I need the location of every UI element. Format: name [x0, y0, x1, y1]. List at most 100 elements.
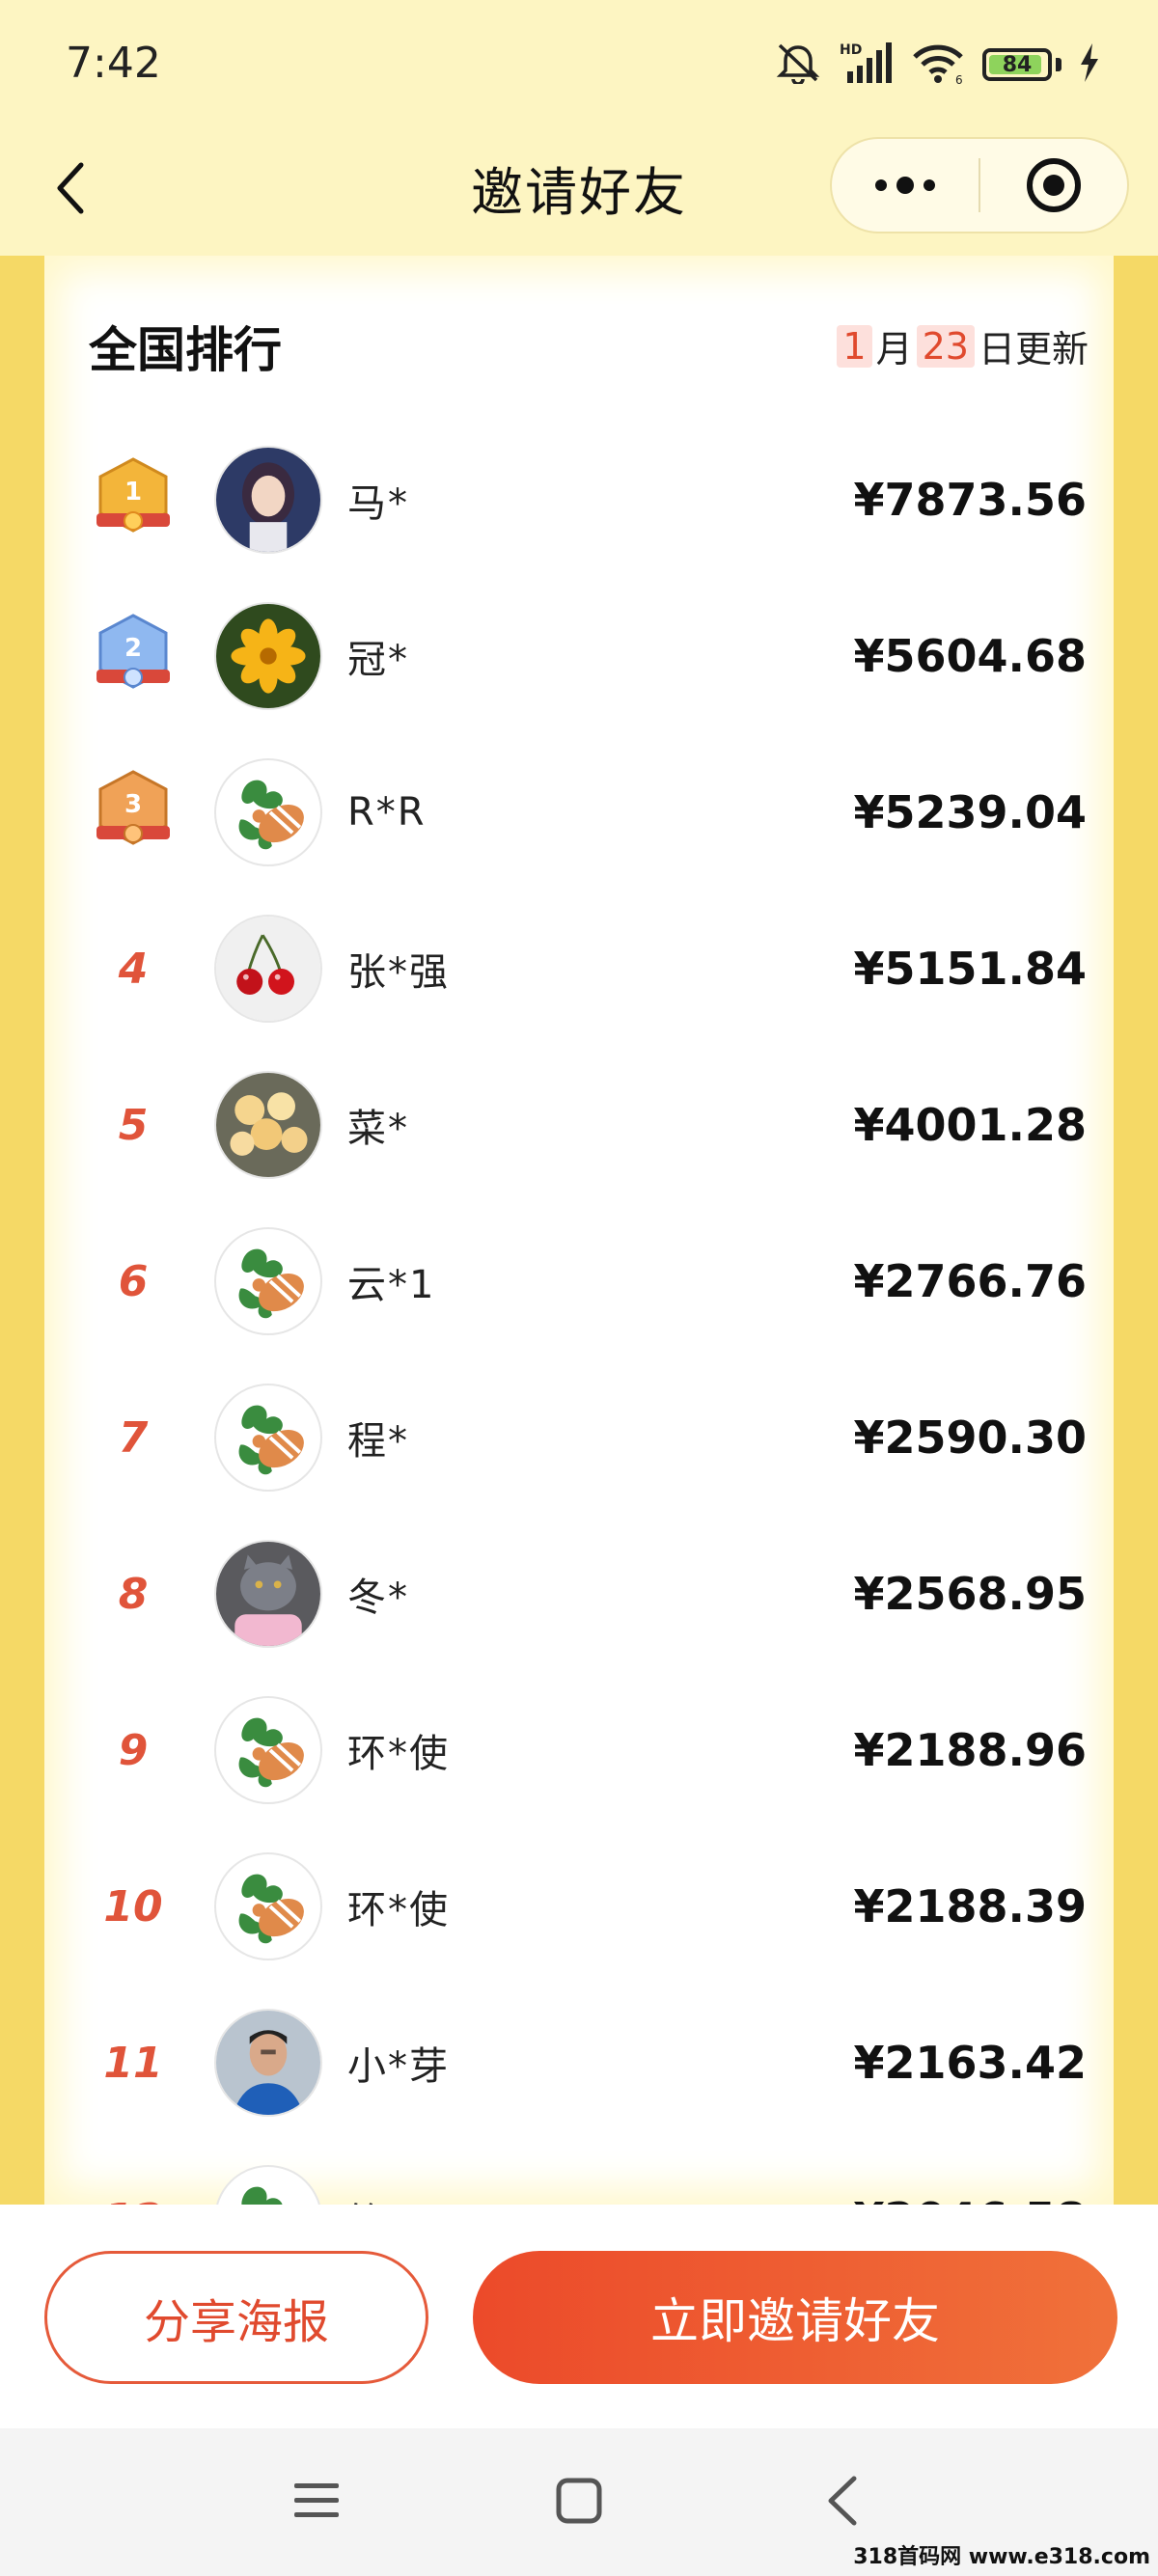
earnings-amount: ¥5151.84	[853, 943, 1087, 995]
bee-logo-icon	[238, 780, 304, 850]
ranking-row[interactable]: 8 冬* ¥2568.95	[44, 1516, 1114, 1672]
medal-rank-label: 3	[124, 790, 142, 819]
update-day-suffix: 日更新	[978, 328, 1089, 370]
bee-logo-icon	[238, 1717, 304, 1788]
avatar	[214, 446, 322, 554]
user-name: 笑*	[347, 2191, 409, 2205]
earnings-amount: ¥2188.96	[853, 1724, 1087, 1776]
rank-number: 7	[118, 1412, 149, 1463]
rank-number: 10	[103, 1881, 163, 1932]
ranking-row[interactable]: 9 环*使 ¥2188.96	[44, 1672, 1114, 1828]
avatar	[214, 1696, 322, 1804]
ranking-row[interactable]: 1 马* ¥7873.56	[44, 422, 1114, 578]
ranking-title: 全国排行	[89, 322, 282, 378]
charging-icon	[1079, 43, 1100, 86]
earnings-amount: ¥2568.95	[853, 1568, 1087, 1620]
menu-icon	[294, 2483, 339, 2517]
man-portrait-avatar-icon	[216, 2011, 320, 2115]
user-name: 张*强	[347, 950, 450, 995]
rank-number: 4	[118, 944, 149, 994]
close-miniprogram-button[interactable]	[980, 139, 1127, 232]
battery-icon: 84	[982, 48, 1052, 81]
bronze-medal-icon: 3	[96, 770, 170, 845]
rank-number: 12	[103, 2195, 162, 2206]
avatar	[214, 1227, 322, 1335]
svg-text:6: 6	[955, 73, 963, 84]
medal-rank-label: 2	[124, 634, 142, 663]
roses-avatar-icon	[216, 1073, 320, 1177]
avatar	[214, 2009, 322, 2117]
wifi-icon: 6	[911, 41, 965, 88]
invite-friends-button[interactable]: 立即邀请好友	[473, 2251, 1117, 2384]
earnings-amount: ¥4001.28	[853, 1099, 1087, 1151]
medal-rank-label: 1	[124, 478, 142, 507]
bee-logo-icon	[238, 1874, 304, 1944]
rank-number: 8	[118, 1569, 149, 1619]
svg-text:HD: HD	[840, 42, 862, 58]
ranking-row[interactable]: 6 云*1 ¥2766.76	[44, 1203, 1114, 1359]
back-icon	[828, 2476, 857, 2526]
user-name: 环*使	[347, 1732, 450, 1776]
rank-badge: 3	[87, 764, 179, 861]
earnings-amount: ¥2188.39	[853, 1880, 1087, 1932]
battery-cap	[1056, 58, 1062, 71]
earnings-amount: ¥7873.56	[853, 474, 1087, 526]
more-dots-icon	[875, 177, 935, 194]
earnings-amount: ¥5239.04	[853, 786, 1087, 838]
rank-badge: 4	[87, 920, 179, 1017]
user-name: 云*1	[347, 1263, 436, 1307]
share-poster-button[interactable]: 分享海报	[44, 2251, 428, 2384]
menu-button[interactable]	[283, 2467, 350, 2535]
rank-badge: 12	[87, 2171, 179, 2206]
rank-badge: 10	[87, 1858, 179, 1955]
action-bar: 分享海报 立即邀请好友	[0, 2205, 1158, 2428]
rank-number: 11	[103, 2038, 163, 2088]
update-date: 1 月 23 日更新	[833, 319, 1089, 372]
rank-badge: 2	[87, 608, 179, 704]
ranking-row[interactable]: 3 R*R ¥5239.04	[44, 734, 1114, 891]
update-month: 1	[837, 324, 872, 368]
status-time: 7:42	[66, 39, 161, 88]
home-button[interactable]	[545, 2467, 613, 2535]
earnings-amount: ¥2590.30	[853, 1411, 1087, 1464]
watermark: 318首码网 www.e318.com	[853, 2545, 1150, 2569]
battery-level: 84	[1002, 52, 1033, 77]
top-bar: 7:42 HD 6 84 邀请好友	[0, 0, 1158, 256]
ranking-row[interactable]: 7 程* ¥2590.30	[44, 1359, 1114, 1516]
gold-medal-icon: 1	[96, 457, 170, 533]
avatar	[214, 2165, 322, 2205]
more-button[interactable]	[832, 139, 979, 232]
silver-medal-icon: 2	[96, 614, 170, 689]
bee-logo-icon	[238, 1248, 304, 1319]
system-back-button[interactable]	[809, 2467, 876, 2535]
rank-badge: 1	[87, 452, 179, 548]
bee-logo-icon	[238, 1405, 304, 1475]
ranking-row[interactable]: 11 小*芽 ¥2163.42	[44, 1985, 1114, 2141]
ranking-row[interactable]: 4 张*强 ¥5151.84	[44, 891, 1114, 1047]
rank-badge: 5	[87, 1077, 179, 1173]
ranking-row[interactable]: 2 冠* ¥5604.68	[44, 578, 1114, 734]
user-name: 马*	[347, 481, 409, 526]
earnings-amount: ¥2046.58	[853, 2193, 1087, 2205]
avatar	[214, 758, 322, 866]
user-name: 菜*	[347, 1107, 409, 1151]
rank-badge: 11	[87, 2014, 179, 2111]
avatar	[214, 1540, 322, 1648]
avatar	[214, 602, 322, 710]
rank-badge: 7	[87, 1389, 179, 1486]
earnings-amount: ¥2163.42	[853, 2037, 1087, 2089]
user-name: 冠*	[347, 638, 409, 682]
ranking-row[interactable]: 10 环*使 ¥2188.39	[44, 1828, 1114, 1985]
rank-number: 6	[118, 1256, 149, 1306]
avatar	[214, 1852, 322, 1960]
user-name: 环*使	[347, 1888, 450, 1932]
user-name: 冬*	[347, 1576, 409, 1620]
ranking-row[interactable]: 5 菜* ¥4001.28	[44, 1047, 1114, 1203]
ranking-card: 全国排行 1 月 23 日更新 1 马* ¥7873.56 2 冠* ¥5604…	[44, 256, 1114, 2205]
avatar	[214, 1071, 322, 1179]
update-month-suffix: 月	[875, 328, 913, 370]
cherry-avatar-icon	[216, 917, 320, 1021]
hd-signal-icon: HD	[840, 41, 894, 89]
ranking-row[interactable]: 12 笑* ¥2046.58	[44, 2141, 1114, 2205]
avatar	[214, 915, 322, 1023]
